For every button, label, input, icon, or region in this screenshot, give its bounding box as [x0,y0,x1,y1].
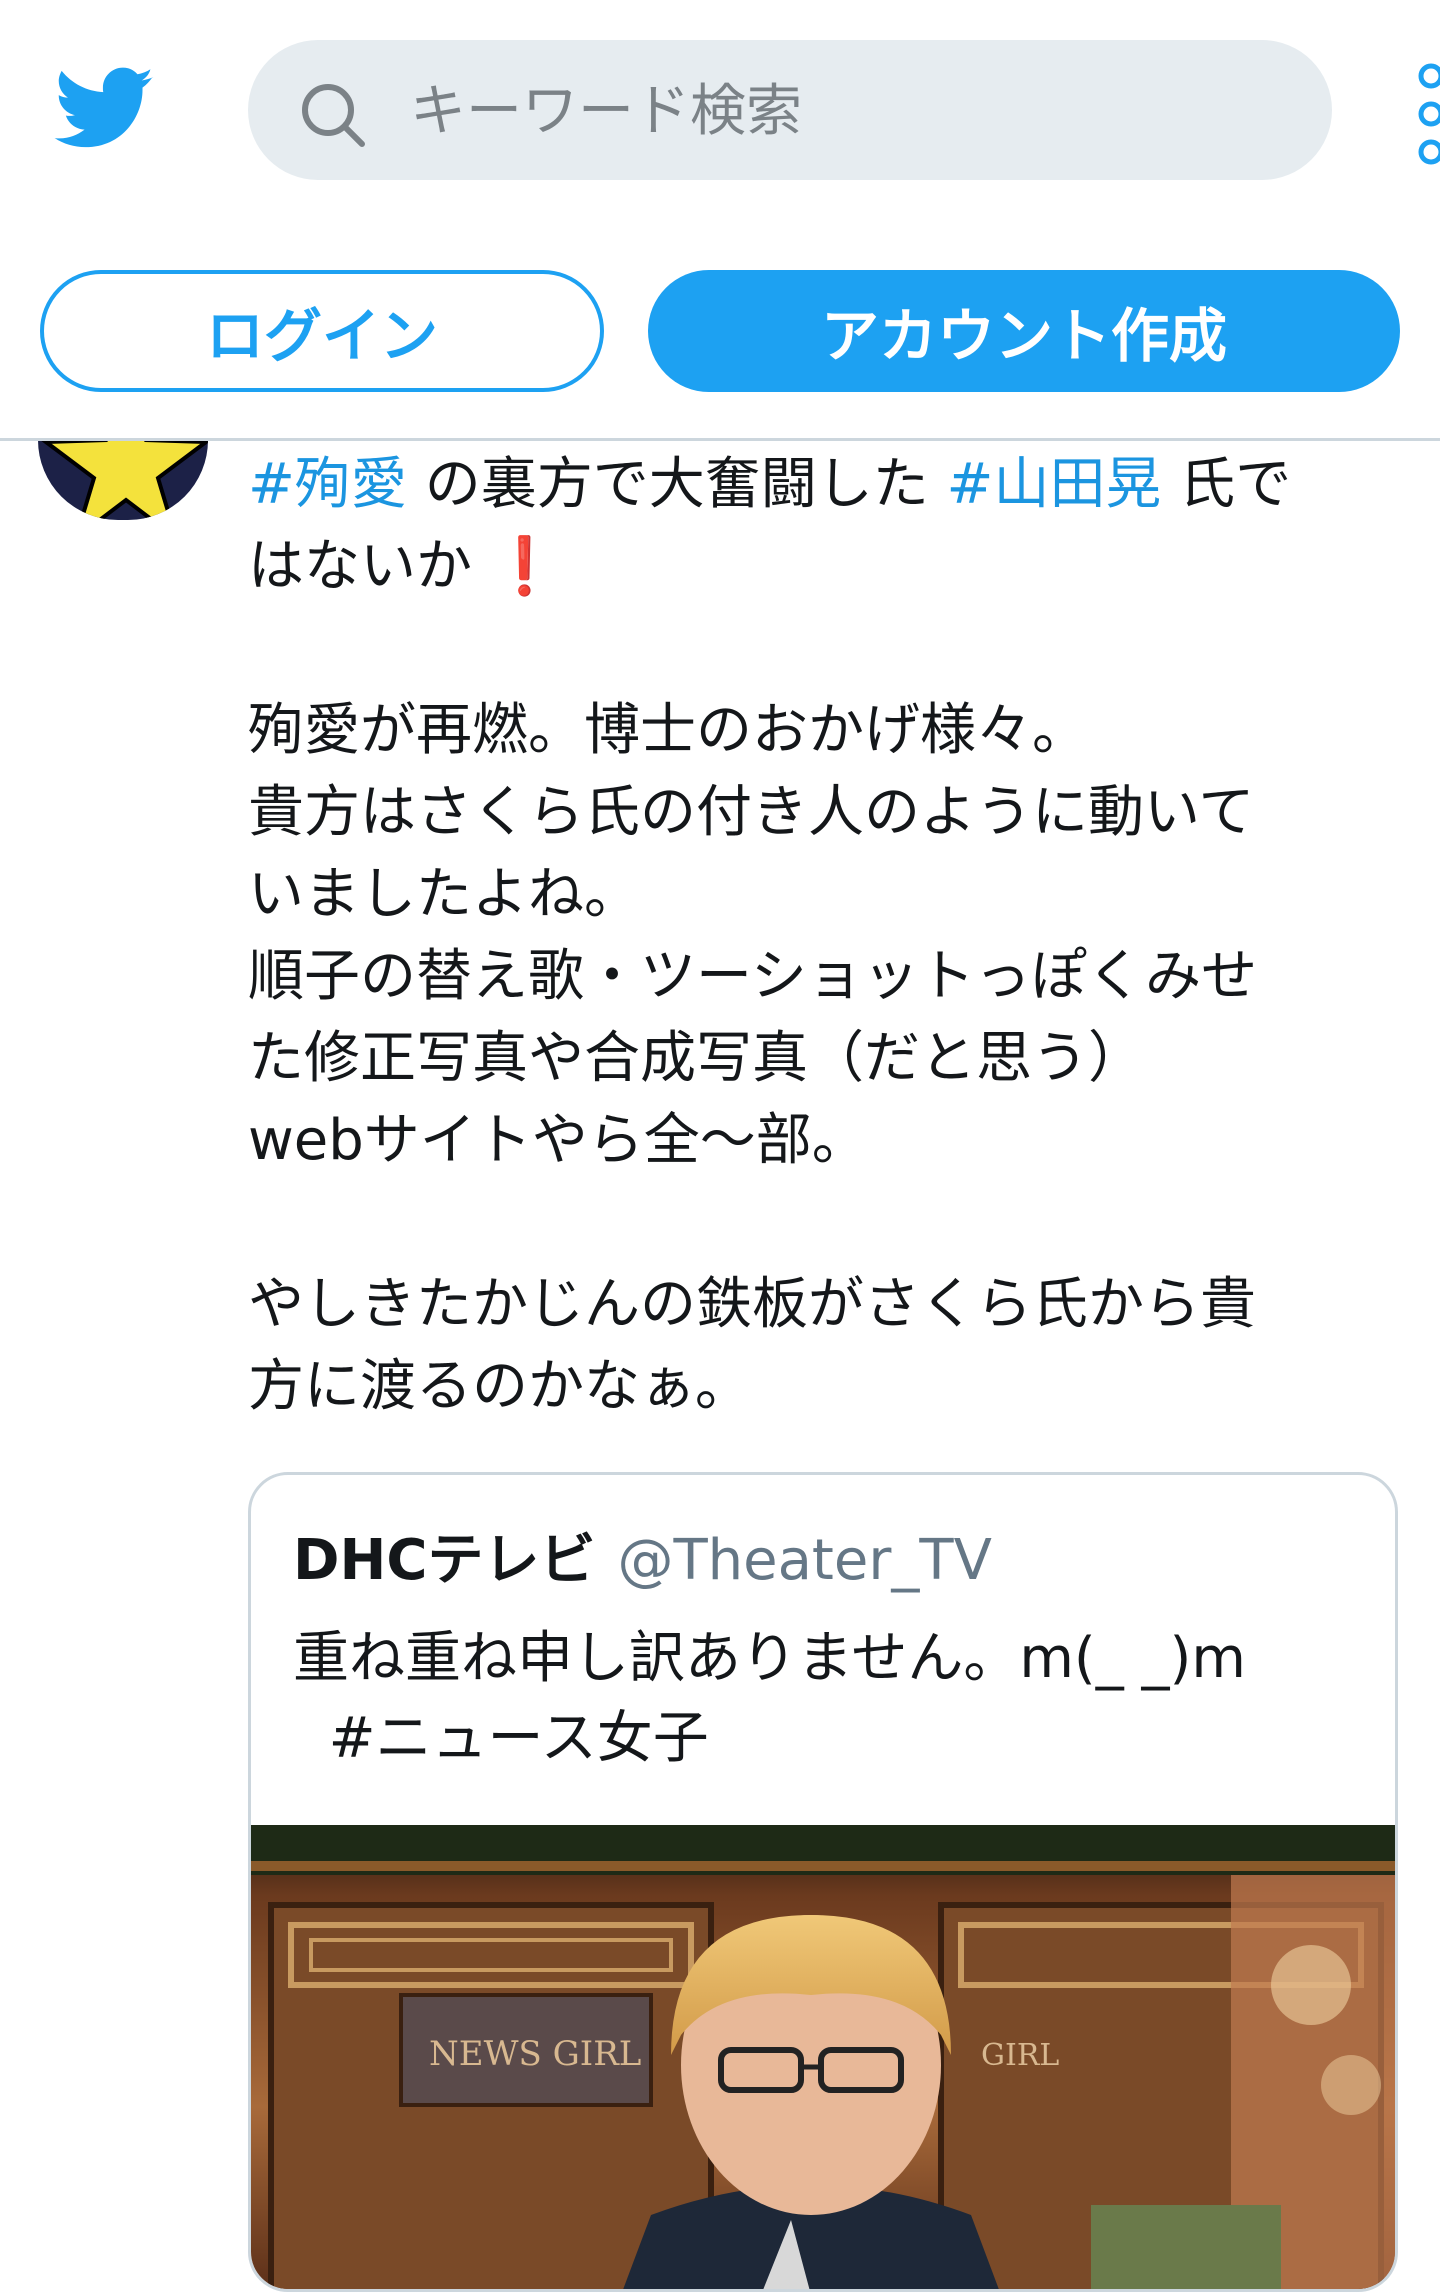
tweet-line: はないか ❗ [248,526,1408,608]
news-girl-sign-right: GIRL [981,2038,1059,2073]
exclamation-emoji-icon: ❗ [489,534,560,599]
hashtag-link[interactable]: #殉愛 [248,452,407,517]
tweet-line: た修正写真や合成写真（だと思う） [248,1026,1144,1091]
login-button[interactable]: ログイン [40,270,604,392]
tweet-line: 順子の替え歌・ツーショットっぽくみせ [248,944,1258,1009]
tweet-text-segment: の裏方で大奮闘した [406,452,947,517]
header-divider [0,438,1440,441]
quoted-tweet-text: 重ね重ね申し訳ありません。m(_ _)m #ニュース女子 [293,1619,1246,1779]
tweet-line: 殉愛が再燃。博士のおかげ様々。 [248,698,1088,763]
twitter-logo-icon[interactable] [50,58,160,158]
tweet-text: #殉愛 の裏方で大奮闘した #山田晃 氏で はないか ❗ 殉愛が再燃。博士のおか… [248,444,1408,1428]
top-bar: ログイン アカウント作成 [0,0,1440,440]
tweet-line: 貴方はさくら氏の付き人のように動いて [248,780,1255,845]
quoted-author-name: DHCテレビ [293,1528,596,1593]
hashtag-link[interactable]: #山田晃 [947,452,1162,517]
search-bar[interactable] [248,40,1332,180]
search-input[interactable] [408,60,1292,162]
quoted-tweet[interactable]: DHCテレビ @Theater_TV 重ね重ね申し訳ありません。m(_ _)m #… [248,1472,1398,2292]
tweet-text-segment: 氏で [1161,452,1292,517]
tweet-line: 方に渡るのかなぁ。 [248,1354,751,1419]
news-girl-sign: NEWS GIRL [429,2034,641,2074]
quoted-tweet-photo[interactable]: NEWS GIRL GIRL [251,1825,1398,2292]
tweet-line: いましたよね。 [248,862,640,927]
quoted-tweet-line: #ニュース女子 [293,1699,1246,1779]
signup-button[interactable]: アカウント作成 [648,270,1400,392]
tweet-line: やしきたかじんの鉄板がさくら氏から貴 [248,1272,1256,1337]
search-icon [302,84,365,147]
more-menu-icon[interactable] [1416,62,1440,166]
quoted-author-handle: @Theater_TV [617,1528,992,1593]
tweet-line: #殉愛 の裏方で大奮闘した #山田晃 氏で [248,444,1408,526]
quoted-tweet-line: 重ね重ね申し訳ありません。m(_ _)m [293,1626,1246,1691]
quoted-hashtag: #ニュース女子 [328,1706,709,1771]
quoted-tweet-header: DHCテレビ @Theater_TV [293,1515,992,1596]
tweet-text-segment: はないか [248,534,490,599]
tweet-line: webサイトやら全〜部。 [248,1108,868,1173]
